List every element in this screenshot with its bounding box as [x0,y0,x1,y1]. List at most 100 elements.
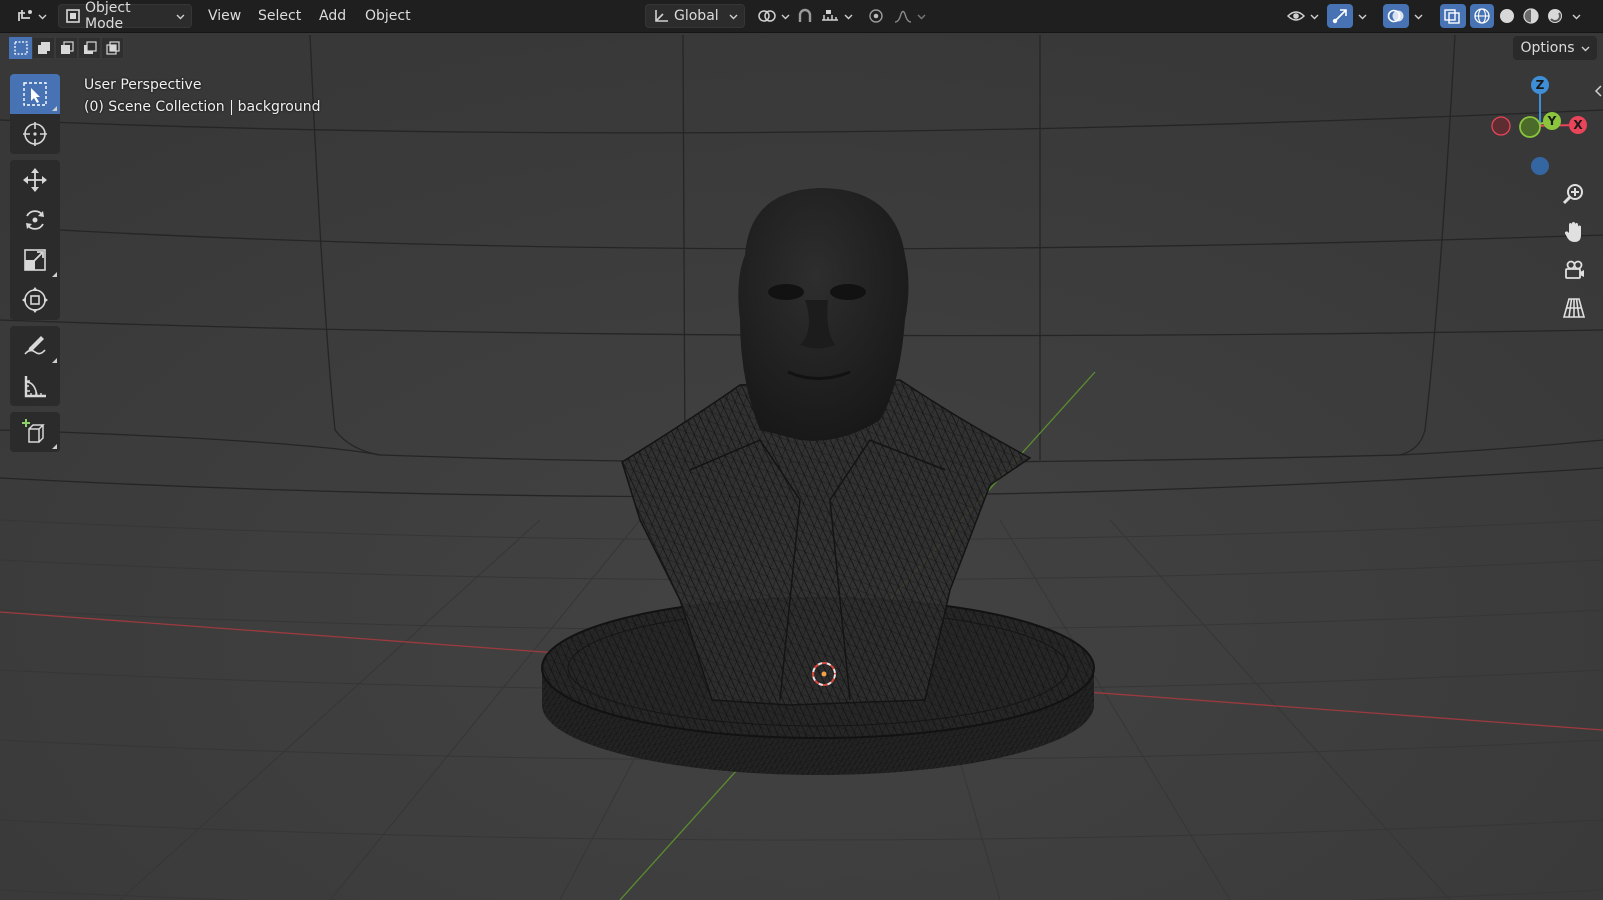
move-icon [23,168,47,192]
chevron-down-icon [1310,14,1319,19]
add-cube-icon [22,419,45,443]
active-object-name: background [237,99,321,115]
3d-viewport[interactable] [0,0,1603,900]
menu-view-label: View [208,8,242,24]
select-subtract-button[interactable] [55,37,78,59]
mode-selector[interactable]: Object Mode [58,0,192,32]
mode-label: Object Mode [85,0,131,32]
select-extend-button[interactable] [32,37,55,59]
tool-annotate[interactable] [10,326,60,366]
gizmo-toggle[interactable] [1327,4,1353,28]
zoom-icon [1562,184,1583,205]
solid-shading-icon [1498,7,1516,25]
select-extend-icon [37,42,50,54]
wireframe-shading-button[interactable] [1470,4,1494,28]
select-difference-button[interactable] [78,37,101,59]
rendered-shading-icon [1546,7,1564,25]
tool-rotate[interactable] [10,200,60,240]
overlay-dropdown[interactable] [1410,4,1427,28]
material-shading-button[interactable] [1519,4,1543,28]
chevron-down-icon [1414,14,1423,19]
bust-head [738,188,909,441]
tool-add-cube[interactable] [10,412,60,452]
select-subtract-icon [60,41,74,54]
cursor-icon [23,122,47,146]
menu-select[interactable]: Select [252,4,307,28]
tool-scale[interactable] [10,240,60,280]
tool-select-box[interactable] [10,74,60,114]
pivot-point-selector[interactable] [751,4,796,28]
viewport-header: Object Mode View Select Add Object Globa… [0,0,1603,33]
gizmo-z-label: Z [1536,78,1545,92]
gizmo-y-label: Y [1547,114,1557,128]
editor-type-selector[interactable] [10,4,53,28]
separator [230,99,232,115]
zoom-button[interactable] [1556,178,1592,210]
perspective-toggle-button[interactable] [1556,292,1592,324]
gizmo-x-label: X [1573,118,1583,132]
menu-object[interactable]: Object [359,4,417,28]
transform-orientation-selector[interactable]: Global [645,4,745,28]
select-difference-icon [83,41,97,54]
gizmo-dropdown[interactable] [1354,4,1371,28]
measure-icon [24,376,46,398]
gizmo-neg-x[interactable] [1491,116,1511,136]
gizmo-icon [1330,8,1350,24]
proportional-edit-toggle[interactable] [865,4,887,28]
select-intersect-button[interactable] [101,37,124,59]
solid-shading-button[interactable] [1495,4,1519,28]
sidebar-expand-arrow[interactable] [1594,84,1603,98]
visibility-icon [1286,8,1306,24]
chevron-down-icon [917,14,926,19]
menu-view[interactable]: View [202,4,247,28]
viewport-info: User Perspective (0) Scene Collection bac… [84,74,320,118]
tool-transform[interactable] [10,280,60,320]
shading-dropdown[interactable] [1568,4,1585,28]
snap-target-selector[interactable] [818,4,855,28]
rendered-shading-button[interactable] [1543,4,1567,28]
xray-toggle[interactable] [1440,4,1466,28]
transform-icon [22,287,48,313]
gizmo-neg-y[interactable] [1519,116,1541,138]
object-mode-icon [65,8,81,24]
tool-variants-indicator [52,444,57,449]
options-button[interactable]: Options [1513,36,1597,60]
menu-object-label: Object [365,8,411,24]
tool-move[interactable] [10,160,60,200]
transform-orientation-icon [652,8,670,24]
chevron-down-icon [729,14,738,19]
chevron-down-icon [1358,14,1367,19]
tool-shelf [10,74,62,452]
wireframe-shading-icon [1473,7,1491,25]
orientation-label: Global [674,8,719,24]
visibility-selector[interactable] [1280,4,1325,28]
select-new-button[interactable] [9,37,32,59]
navigation-gizmo[interactable]: Y X Z [1455,72,1595,182]
proportional-edit-icon [867,8,885,24]
menu-select-label: Select [258,8,302,24]
collection-name: (0) Scene Collection [84,99,225,115]
chevron-down-icon [1572,14,1581,19]
material-shading-icon [1522,7,1540,25]
falloff-selector[interactable] [891,4,928,28]
chevron-down-icon [176,14,185,19]
tool-cursor[interactable] [10,114,60,154]
chevron-down-icon [844,14,853,19]
tool-variants-indicator [52,272,57,277]
hand-pan-icon [1564,222,1581,242]
select-new-icon [13,41,28,55]
menu-add[interactable]: Add [313,4,352,28]
snap-toggle[interactable] [794,4,816,28]
tool-measure[interactable] [10,366,60,406]
pan-button[interactable] [1556,216,1592,248]
overlay-toggle[interactable] [1383,4,1409,28]
tool-variants-indicator [52,358,57,363]
falloff-icon [893,8,913,24]
gizmo-neg-z[interactable] [1531,157,1549,175]
tool-variants-indicator [52,106,57,111]
camera-view-button[interactable] [1556,254,1592,286]
annotate-icon [24,336,46,355]
chevron-down-icon [38,14,47,19]
chevron-down-icon [781,14,790,19]
view-name: User Perspective [84,77,202,93]
